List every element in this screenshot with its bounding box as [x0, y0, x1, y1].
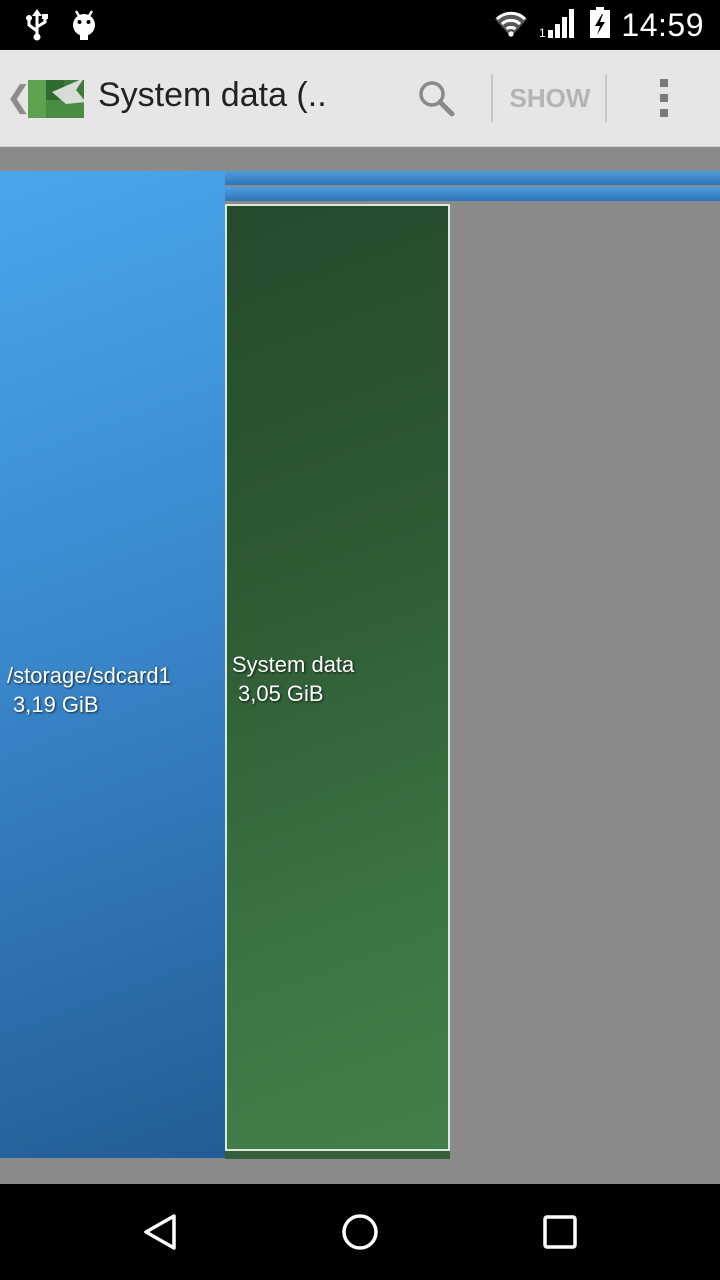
- treemap-tile-small[interactable]: [450, 187, 675, 201]
- svg-text:1: 1: [539, 26, 546, 39]
- tile-size: 3,05 GiB: [238, 681, 324, 706]
- search-button[interactable]: [410, 72, 462, 124]
- usb-icon: [22, 9, 52, 41]
- action-divider: [605, 74, 607, 122]
- page-title: System data (..: [98, 76, 327, 114]
- screen: 1 14:59 ❮ System data (.. SHOW /storage/…: [0, 0, 720, 1280]
- tile-name: System data: [232, 652, 355, 677]
- overflow-dot: [660, 79, 668, 87]
- tile-name: /storage/sdcard1: [7, 663, 171, 688]
- status-bar: 1 14:59: [0, 0, 720, 50]
- treemap-tile-sdcard[interactable]: /storage/sdcard1 3,19 GiB: [0, 171, 225, 1158]
- navigation-bar: [0, 1184, 720, 1280]
- action-bar: ❮ System data (.. SHOW: [0, 50, 720, 148]
- action-divider: [491, 74, 493, 122]
- treemap-tile-small[interactable]: [450, 171, 675, 185]
- search-icon: [419, 81, 455, 117]
- android-debug-icon: [68, 9, 98, 41]
- treemap-tile-small[interactable]: [675, 171, 720, 185]
- treemap-tile-small[interactable]: [225, 187, 450, 201]
- overflow-menu-icon[interactable]: [640, 72, 688, 124]
- overflow-dot: [660, 94, 668, 102]
- cell-signal-icon: 1: [539, 7, 579, 43]
- treemap-tile-small[interactable]: [225, 171, 450, 185]
- tile-size: 3,19 GiB: [13, 692, 99, 717]
- treemap-tile-system-data[interactable]: System data 3,05 GiB: [225, 204, 450, 1151]
- recents-icon[interactable]: [520, 1202, 600, 1262]
- overflow-dot: [660, 109, 668, 117]
- treemap-tile-edge: [225, 1151, 450, 1159]
- app-logo-icon[interactable]: [26, 74, 88, 122]
- treemap-view[interactable]: /storage/sdcard1 3,19 GiB System data 3,…: [0, 147, 720, 1184]
- home-icon[interactable]: [320, 1202, 400, 1262]
- battery-charging-icon: [589, 7, 611, 43]
- back-icon[interactable]: [120, 1202, 200, 1262]
- status-time: 14:59: [621, 6, 704, 43]
- status-right: 1 14:59: [493, 0, 704, 50]
- show-button[interactable]: SHOW: [496, 72, 604, 124]
- wifi-icon: [493, 7, 529, 43]
- treemap-tile-small[interactable]: [675, 187, 720, 201]
